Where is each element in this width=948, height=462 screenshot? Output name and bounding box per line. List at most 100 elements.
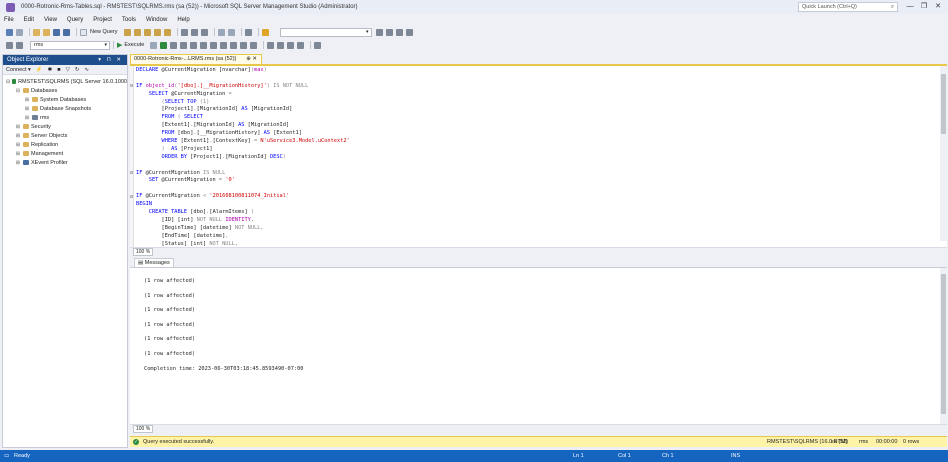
results-to-text-icon[interactable]: [230, 41, 238, 49]
find-icon[interactable]: [261, 28, 269, 36]
collapse-icon[interactable]: ⊟: [15, 88, 21, 94]
stop-icon[interactable]: ■: [57, 67, 60, 73]
cut-icon[interactable]: [180, 28, 188, 36]
save-icon[interactable]: [53, 28, 60, 36]
expand-icon[interactable]: ⊞: [24, 115, 30, 121]
back-icon[interactable]: [6, 28, 13, 36]
connect-dropdown[interactable]: Connect ▾: [6, 67, 31, 73]
messages-pane[interactable]: (1 row affected) (1 row affected) (1 row a…: [130, 267, 947, 425]
refresh-icon[interactable]: ↻: [75, 67, 80, 73]
expand-icon[interactable]: ⊞: [24, 106, 30, 112]
comment-icon[interactable]: [267, 41, 275, 49]
tree-node[interactable]: ⊞ System Databases: [3, 95, 127, 104]
new-project-icon[interactable]: [33, 28, 40, 36]
analysis-query-icon[interactable]: [133, 28, 141, 36]
dmx-query-icon[interactable]: [153, 28, 161, 36]
results-to-grid-icon[interactable]: [240, 41, 248, 49]
expand-icon[interactable]: ⊞: [15, 133, 21, 139]
tree-node[interactable]: ⊞ Server Objects: [3, 131, 127, 140]
cancel-query-icon[interactable]: [150, 41, 158, 49]
panel-window-buttons[interactable]: ▾ ⊓ ✕: [98, 55, 123, 65]
forward-icon[interactable]: [16, 28, 23, 36]
customize-icon[interactable]: [405, 28, 413, 36]
change-connection-icon[interactable]: [16, 41, 23, 49]
execute-button[interactable]: Execute: [124, 42, 144, 48]
uncomment-icon[interactable]: [277, 41, 285, 49]
tree-node[interactable]: ⊟ RMSTEST\SQLRMS (SQL Server 16.0.1000: [3, 77, 127, 86]
query-editor-tab[interactable]: 0000-Rotronic-Rms-...LRMS.rms (sa (52)) …: [130, 54, 262, 64]
collapse-toggle[interactable]: ⊟: [130, 83, 135, 89]
expand-icon[interactable]: ⊞: [15, 142, 21, 148]
increase-indent-icon[interactable]: [297, 41, 305, 49]
query-designer-icon[interactable]: [180, 41, 188, 49]
tab-pin-close-buttons[interactable]: ⊕ ✕: [246, 55, 257, 64]
menu-view[interactable]: View: [44, 17, 57, 23]
properties-icon[interactable]: [375, 28, 383, 36]
new-query-icon[interactable]: [80, 28, 87, 36]
scroll-thumb[interactable]: [941, 274, 946, 414]
tree-node[interactable]: ⊞ Replication: [3, 140, 127, 149]
decrease-indent-icon[interactable]: [287, 41, 295, 49]
tree-node[interactable]: ⊞ XEvent Profiler: [3, 158, 127, 167]
intellisense-icon[interactable]: [190, 41, 198, 49]
tree-node[interactable]: ⊟ Databases: [3, 86, 127, 95]
paste-icon[interactable]: [200, 28, 208, 36]
new-query-button[interactable]: New Query: [90, 29, 118, 35]
tree-node[interactable]: ⊞ Security: [3, 122, 127, 131]
live-stats-icon[interactable]: [210, 41, 218, 49]
copy-icon[interactable]: [190, 28, 198, 36]
sql-code-editor[interactable]: ⊟ ⊟ ⊟ DECLARE @CurrentMigration [nvarcha…: [130, 64, 947, 247]
menu-query[interactable]: Query: [67, 17, 83, 23]
toolbox-icon[interactable]: [395, 28, 403, 36]
restore-button[interactable]: ❐: [918, 2, 930, 12]
expand-icon[interactable]: ⊞: [15, 160, 21, 166]
include-plan-icon[interactable]: [200, 41, 208, 49]
client-stats-icon[interactable]: [220, 41, 228, 49]
menu-project[interactable]: Project: [93, 17, 112, 23]
collapse-toggle[interactable]: ⊟: [130, 194, 135, 200]
scroll-thumb[interactable]: [941, 74, 946, 134]
collapse-icon[interactable]: ⊟: [6, 79, 10, 85]
connect-icon[interactable]: ⚡: [36, 67, 43, 73]
xmla-query-icon[interactable]: [163, 28, 171, 36]
expand-icon[interactable]: ⊞: [15, 124, 21, 130]
messages-zoom-dropdown[interactable]: 100 %: [133, 425, 154, 433]
menu-tools[interactable]: Tools: [122, 17, 136, 23]
save-all-icon[interactable]: [63, 28, 70, 36]
disconnect-icon[interactable]: ✱: [48, 67, 53, 73]
messages-vertical-scrollbar[interactable]: [940, 268, 947, 425]
mdx-query-icon[interactable]: [143, 28, 151, 36]
filter-icon[interactable]: ▽: [66, 67, 70, 73]
open-file-icon[interactable]: [43, 28, 50, 36]
collapse-toggle[interactable]: ⊟: [130, 170, 135, 176]
quick-launch-input[interactable]: Quick Launch (Ctrl+Q) ⌕: [798, 2, 898, 12]
editor-zoom-dropdown[interactable]: 100 %: [133, 248, 154, 256]
tree-node[interactable]: ⊞ Database Snapshots: [3, 104, 127, 113]
menu-help[interactable]: Help: [177, 17, 189, 23]
connect-icon[interactable]: [6, 41, 13, 49]
editor-vertical-scrollbar[interactable]: [940, 66, 947, 241]
tree-node[interactable]: ⊞ Management: [3, 149, 127, 158]
menu-window[interactable]: Window: [146, 17, 167, 23]
close-button[interactable]: ✕: [932, 2, 944, 12]
execute-icon[interactable]: ▶: [117, 41, 122, 49]
tools-icon[interactable]: [385, 28, 393, 36]
minimize-button[interactable]: —: [904, 2, 916, 12]
menu-edit[interactable]: Edit: [24, 17, 34, 23]
results-to-file-icon[interactable]: [250, 41, 258, 49]
parse-icon[interactable]: [160, 41, 168, 49]
database-engine-query-icon[interactable]: [123, 28, 131, 36]
tree-node[interactable]: ⊞ rms: [3, 113, 127, 122]
search-combo[interactable]: ▾: [279, 27, 372, 37]
available-databases-dropdown[interactable]: rms ▾: [30, 40, 110, 50]
messages-tab[interactable]: ▤ Messages: [134, 258, 174, 267]
expand-icon[interactable]: ⊞: [24, 97, 30, 103]
undo-icon[interactable]: [217, 28, 225, 36]
solution-explorer-icon[interactable]: [244, 28, 252, 36]
specify-values-icon[interactable]: [314, 41, 322, 49]
estimated-plan-icon[interactable]: [170, 41, 178, 49]
menu-file[interactable]: File: [4, 17, 14, 23]
redo-icon[interactable]: [227, 28, 235, 36]
expand-icon[interactable]: ⊞: [15, 151, 21, 157]
activity-monitor-icon[interactable]: ∿: [84, 67, 89, 73]
